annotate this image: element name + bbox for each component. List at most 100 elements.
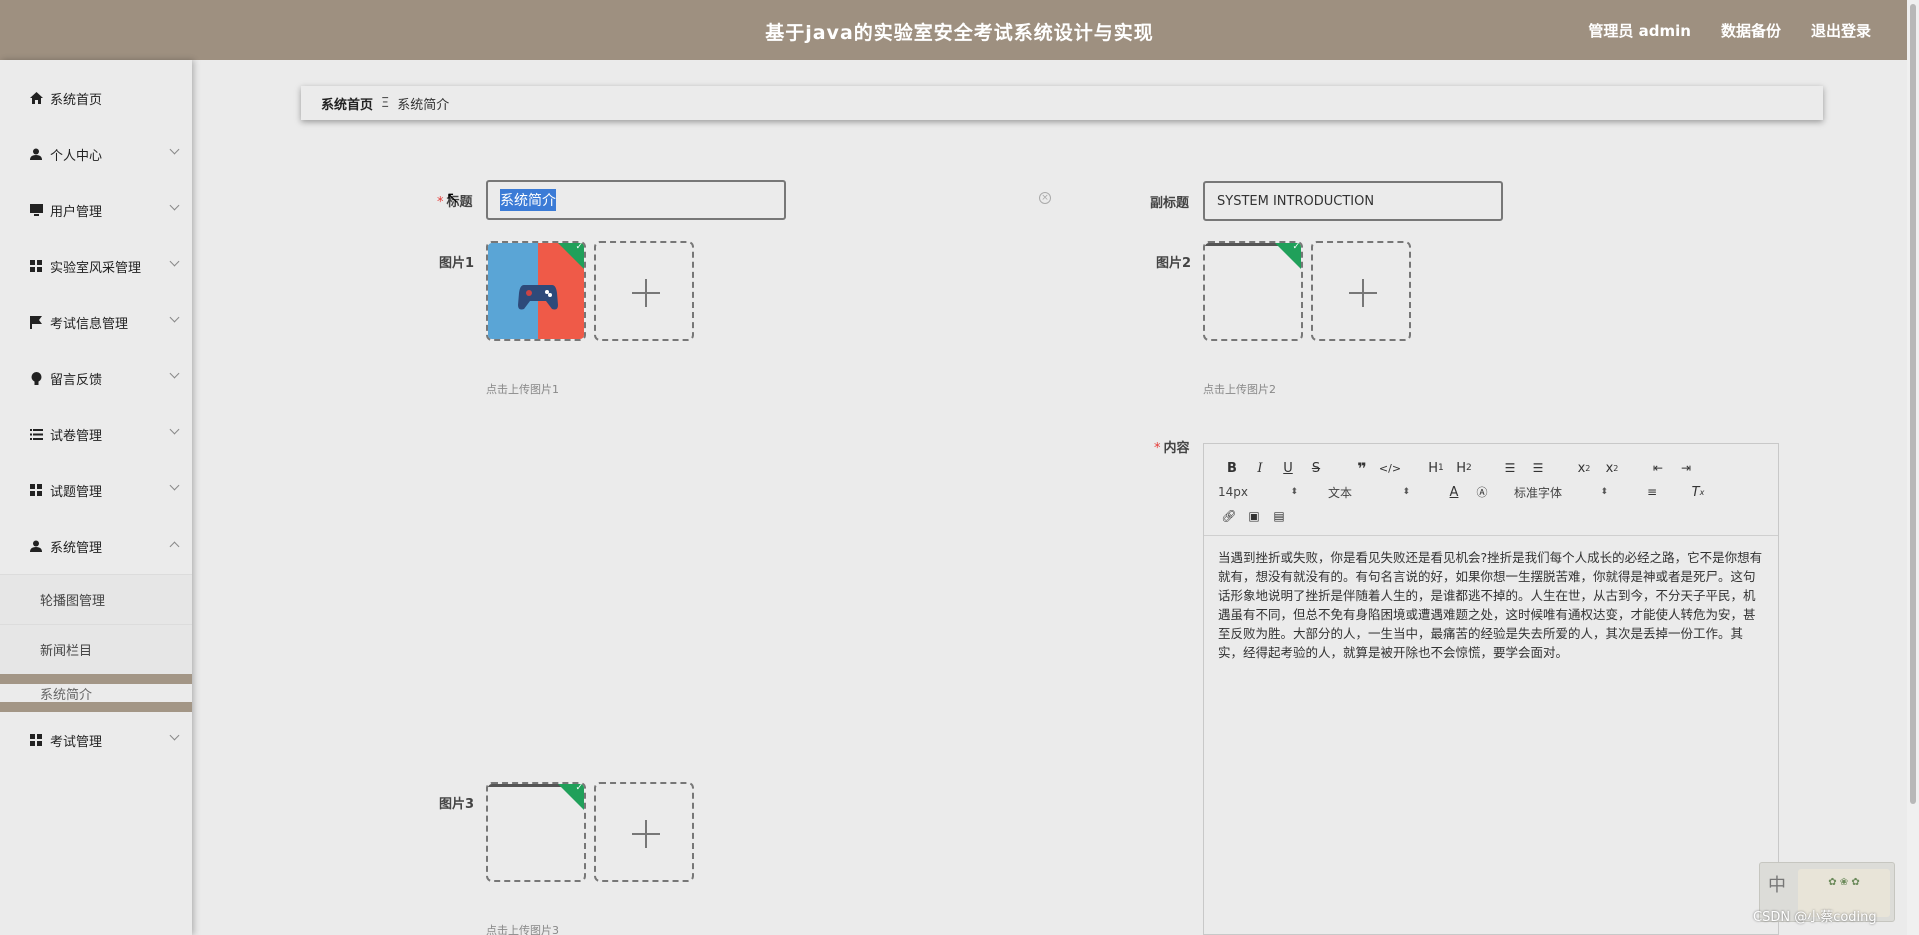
video-icon[interactable]: ▤ xyxy=(1268,505,1290,527)
font-color-icon[interactable]: A xyxy=(1440,481,1468,503)
breadcrumb-home[interactable]: 系统首页 xyxy=(321,94,373,113)
chevron-down-icon xyxy=(169,480,180,491)
grid-icon xyxy=(28,734,44,746)
page-scrollbar[interactable] xyxy=(1907,0,1919,935)
title-input[interactable]: 系统简介 xyxy=(486,180,786,220)
sidebar-item-label: 考试信息管理 xyxy=(50,316,129,332)
upload-success-badge: ✓ xyxy=(1274,243,1301,270)
strikethrough-icon[interactable]: S xyxy=(1302,457,1330,479)
breadcrumb: 系统首页 Ξ 系统简介 xyxy=(301,86,1823,120)
sidebar-item-exam-info[interactable]: 考试信息管理 xyxy=(0,294,192,350)
subtitle-label: 副标题 xyxy=(1150,196,1190,211)
bulb-icon xyxy=(28,371,44,385)
sidebar-item-label: 试卷管理 xyxy=(50,428,103,444)
upload-success-badge: ✓ xyxy=(557,784,584,811)
heading2-icon[interactable]: H2 xyxy=(1450,457,1478,479)
mouse-cursor-icon: ↖ xyxy=(446,188,460,207)
sidebar-item-label: 考试管理 xyxy=(50,734,103,750)
ime-mode: 中 xyxy=(1768,875,1786,896)
editor-toolbar: B I U S ❞ </> H1 H2 ☰ ☰ x2 x2 ⇤ ⇥ 14px ⬍ … xyxy=(1204,444,1778,536)
heading1-icon[interactable]: H1 xyxy=(1422,457,1450,479)
block-type-select[interactable]: 文本 ⬍ xyxy=(1328,484,1410,501)
image1-label: 图片1 xyxy=(439,256,475,271)
sidebar-item-question-management[interactable]: 试题管理 xyxy=(0,462,192,518)
subscript-icon[interactable]: x2 xyxy=(1570,457,1598,479)
data-backup-link[interactable]: 数据备份 xyxy=(1721,20,1781,41)
sidebar-item-personal-center[interactable]: 个人中心 xyxy=(0,126,192,182)
breadcrumb-separator: Ξ xyxy=(381,95,390,111)
scrollbar-thumb[interactable] xyxy=(1910,4,1916,804)
admin-user-link[interactable]: 管理员 admin xyxy=(1588,20,1691,41)
image1-hint: 点击上传图片1 xyxy=(486,383,559,396)
image3-label: 图片3 xyxy=(439,797,475,812)
image2-hint: 点击上传图片2 xyxy=(1203,383,1276,396)
flag-icon xyxy=(28,315,44,329)
font-family-select[interactable]: 标准字体 ⬍ xyxy=(1514,484,1608,501)
sidebar-item-paper-management[interactable]: 试卷管理 xyxy=(0,406,192,462)
list-icon xyxy=(28,428,44,440)
sidebar-item-label: 留言反馈 xyxy=(50,372,103,388)
image-icon[interactable]: ▣ xyxy=(1240,505,1268,527)
ordered-list-icon[interactable]: ☰ xyxy=(1496,457,1524,479)
font-size-select[interactable]: 14px ⬍ xyxy=(1218,485,1298,499)
link-icon[interactable]: 🔗︎ xyxy=(1218,505,1240,527)
sidebar-subitem-carousel[interactable]: 轮播图管理 xyxy=(0,574,192,624)
sidebar-item-lab-showcase[interactable]: 实验室风采管理 xyxy=(0,238,192,294)
chevron-down-icon xyxy=(169,144,180,155)
sidebar-item-system-management[interactable]: 系统管理 xyxy=(0,518,192,574)
subtitle-input-value: SYSTEM INTRODUCTION xyxy=(1217,193,1375,209)
subtitle-input[interactable]: SYSTEM INTRODUCTION xyxy=(1203,181,1503,221)
clear-icon[interactable]: × xyxy=(1039,192,1051,204)
image2-label: 图片2 xyxy=(1156,256,1192,271)
bullet-list-icon[interactable]: ☰ xyxy=(1524,457,1552,479)
select-arrows-icon: ⬍ xyxy=(1402,487,1410,497)
chevron-down-icon xyxy=(169,424,180,435)
background-color-icon[interactable]: Ⓐ xyxy=(1468,481,1496,503)
user-icon xyxy=(28,540,44,552)
user-icon xyxy=(28,148,44,160)
superscript-icon[interactable]: x2 xyxy=(1598,457,1626,479)
clear-format-icon[interactable]: Tx xyxy=(1684,481,1712,503)
sidebar: 系统首页 个人中心 用户管理 实验室风采管理 考试信息管理 留言反馈 试卷管理 … xyxy=(0,60,192,935)
select-arrows-icon: ⬍ xyxy=(1290,487,1298,497)
sidebar-subitem-news[interactable]: 新闻栏目 xyxy=(0,624,192,674)
image3-hint: 点击上传图片3 xyxy=(486,924,559,935)
select-arrows-icon: ⬍ xyxy=(1600,487,1608,497)
home-icon xyxy=(28,92,44,104)
image2-upload-button[interactable] xyxy=(1311,241,1411,341)
rich-text-editor: B I U S ❞ </> H1 H2 ☰ ☰ x2 x2 ⇤ ⇥ 14px ⬍ … xyxy=(1203,443,1779,935)
italic-icon[interactable]: I xyxy=(1246,457,1274,479)
chevron-down-icon xyxy=(169,730,180,741)
image1-upload-button[interactable] xyxy=(594,241,694,341)
underline-icon[interactable]: U xyxy=(1274,457,1302,479)
editor-content[interactable]: 当遇到挫折或失败，你是看见失败还是看见机会?挫折是我们每个人成长的必经之路，它不… xyxy=(1204,536,1778,674)
blockquote-icon[interactable]: ❞ xyxy=(1348,457,1376,479)
chevron-down-icon xyxy=(169,312,180,323)
align-left-icon[interactable]: ≡ xyxy=(1638,481,1666,503)
outdent-icon[interactable]: ⇤ xyxy=(1644,457,1672,479)
grid-icon xyxy=(28,260,44,272)
sidebar-item-exam-management[interactable]: 考试管理 xyxy=(0,712,192,768)
title-input-value: 系统简介 xyxy=(500,189,556,211)
indent-icon[interactable]: ⇥ xyxy=(1672,457,1700,479)
monitor-icon xyxy=(28,204,44,216)
sidebar-item-user-management[interactable]: 用户管理 xyxy=(0,182,192,238)
sidebar-item-label: 系统首页 xyxy=(50,92,103,108)
grid-icon xyxy=(28,484,44,496)
image1-preview[interactable]: ✓ xyxy=(486,241,586,341)
breadcrumb-current: 系统简介 xyxy=(397,97,450,113)
logout-link[interactable]: 退出登录 xyxy=(1811,20,1871,41)
code-block-icon[interactable]: </> xyxy=(1376,457,1404,479)
sidebar-item-home[interactable]: 系统首页 xyxy=(0,70,192,126)
sidebar-item-label: 试题管理 xyxy=(50,484,103,500)
top-bar: 基于java的实验室安全考试系统设计与实现 管理员 admin 数据备份 退出登… xyxy=(0,0,1919,60)
image3-upload-button[interactable] xyxy=(594,782,694,882)
sidebar-subitem-system-intro[interactable]: 系统简介 xyxy=(0,674,192,712)
sidebar-item-feedback[interactable]: 留言反馈 xyxy=(0,350,192,406)
sidebar-item-label: 个人中心 xyxy=(50,148,103,164)
chevron-down-icon xyxy=(169,256,180,267)
chevron-down-icon xyxy=(169,200,180,211)
image3-preview[interactable]: ✓ xyxy=(486,782,586,882)
bold-icon[interactable]: B xyxy=(1218,457,1246,479)
image2-preview[interactable]: ✓ xyxy=(1203,241,1303,341)
